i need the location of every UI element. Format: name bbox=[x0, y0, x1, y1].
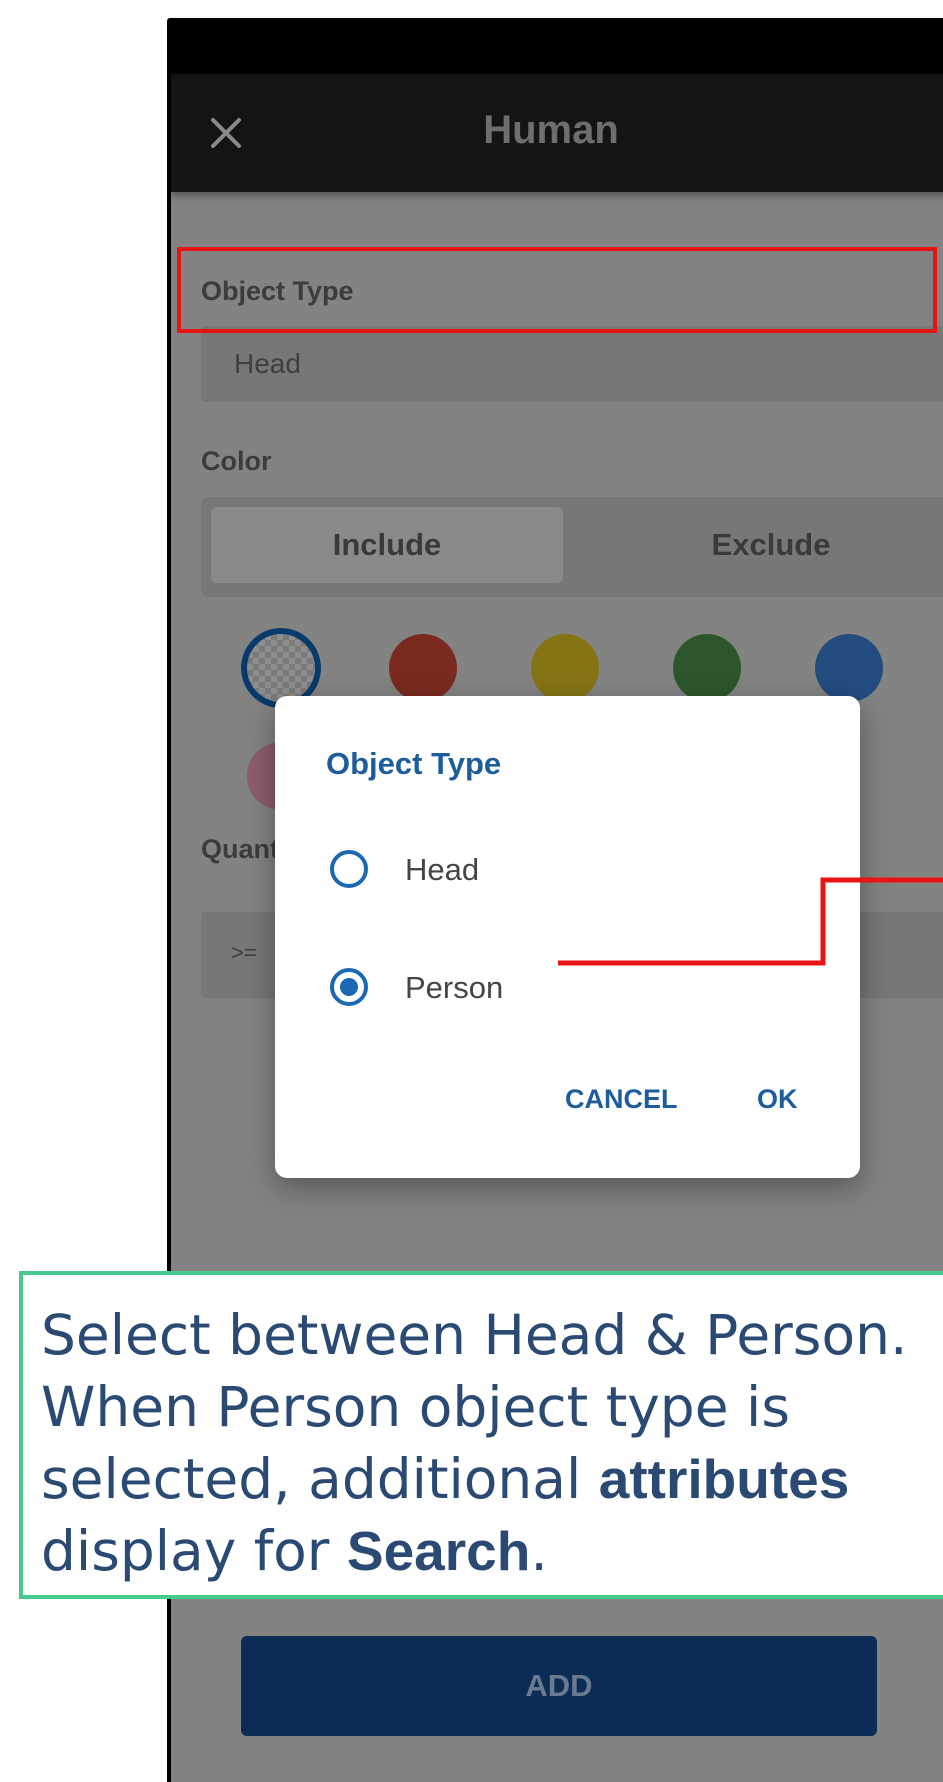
app-bar: Human bbox=[171, 74, 943, 192]
callout-line-3: selected, additional attributes bbox=[41, 1443, 941, 1515]
color-swatch-blue[interactable] bbox=[815, 634, 883, 702]
callout-line-4-suffix: . bbox=[530, 1519, 548, 1583]
annotation-callout: Select between Head & Person. When Perso… bbox=[19, 1271, 943, 1599]
page-title: Human bbox=[483, 108, 619, 152]
option-head[interactable]: Head bbox=[315, 830, 815, 910]
color-mode-toggle: Include Exclude bbox=[201, 497, 943, 597]
color-label: Color bbox=[201, 446, 272, 476]
callout-line-4: display for Search. bbox=[41, 1515, 941, 1587]
color-swatch-green[interactable] bbox=[673, 634, 741, 702]
dialog-title: Object Type bbox=[326, 746, 502, 781]
callout-text: Select between Head & Person. When Perso… bbox=[41, 1299, 941, 1587]
radio-head[interactable] bbox=[330, 850, 368, 888]
object-type-value: Head bbox=[234, 348, 301, 379]
object-type-select[interactable]: Head bbox=[201, 326, 943, 402]
radio-person[interactable] bbox=[330, 968, 368, 1006]
color-swatch-red[interactable] bbox=[389, 634, 457, 702]
add-button[interactable]: ADD bbox=[241, 1636, 877, 1736]
object-type-dialog: Object Type Head Person CANCEL OK bbox=[275, 696, 860, 1178]
ok-button[interactable]: OK bbox=[757, 1084, 798, 1115]
quantity-value: >= bbox=[231, 940, 257, 965]
color-swatch-yellow[interactable] bbox=[531, 634, 599, 702]
cancel-button[interactable]: CANCEL bbox=[565, 1084, 678, 1115]
callout-line-3-prefix: selected, additional bbox=[41, 1447, 599, 1511]
quantity-label: Quant bbox=[201, 834, 279, 864]
callout-search: Search bbox=[346, 1520, 531, 1582]
option-person[interactable]: Person bbox=[315, 948, 815, 1028]
stage: Human Object Type Head Color Include Exc… bbox=[0, 0, 943, 1782]
callout-attributes: attributes bbox=[598, 1448, 850, 1510]
exclude-option[interactable]: Exclude bbox=[595, 507, 943, 583]
color-swatch-transparent[interactable] bbox=[247, 634, 315, 702]
option-head-label: Head bbox=[405, 852, 480, 887]
callout-line-2: When Person object type is bbox=[41, 1375, 790, 1439]
option-person-label: Person bbox=[405, 970, 504, 1005]
callout-line-1: Select between Head & Person. bbox=[41, 1303, 908, 1367]
object-type-highlight bbox=[177, 247, 937, 333]
callout-line-4-prefix: display for bbox=[41, 1519, 347, 1583]
include-option[interactable]: Include bbox=[211, 507, 563, 583]
